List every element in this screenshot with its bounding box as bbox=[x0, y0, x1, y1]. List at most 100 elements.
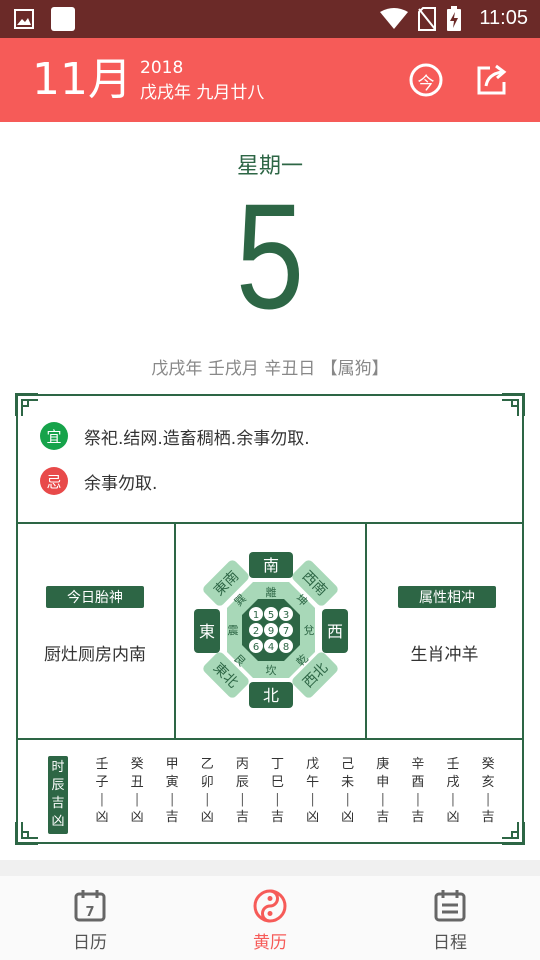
trigram-dui: 兌 bbox=[304, 624, 315, 637]
yin-yang-icon bbox=[253, 889, 287, 923]
hour-divider: | bbox=[450, 792, 456, 807]
hours-section: 时辰吉凶 壬子 | 凶 癸丑 | 凶 甲寅 | 吉 乙卯 | 凶 丙辰 | 吉 丁巳 | 吉 戊午 | 凶 己未 | 凶 庚申 |… bbox=[18, 742, 522, 842]
hour-branch-stem: 丁巳 bbox=[270, 757, 284, 790]
hour-column: 壬戌 | 凶 bbox=[443, 756, 463, 826]
almanac-panel: 宜 祭祀.结网.造畜稠栖.余事勿取. 忌 余事勿取. 今日胎神 厨灶厕房内南 属… bbox=[15, 393, 525, 845]
today-button[interactable]: 今 bbox=[408, 62, 444, 98]
hour-luck: 凶 bbox=[130, 809, 144, 825]
hour-divider: | bbox=[134, 792, 140, 807]
trigram-li: 離 bbox=[266, 585, 277, 599]
ji-text: 余事勿取. bbox=[84, 473, 158, 494]
ji-badge: 忌 bbox=[40, 467, 68, 495]
grid-number: 1 bbox=[253, 610, 259, 621]
hour-divider: | bbox=[485, 792, 491, 807]
grid-number: 3 bbox=[283, 610, 289, 621]
south-label: 南 bbox=[263, 556, 279, 575]
year-label: 2018 bbox=[140, 58, 184, 78]
divider bbox=[365, 524, 367, 740]
hour-divider: | bbox=[240, 792, 245, 807]
hour-divider: | bbox=[380, 792, 385, 807]
hour-divider: | bbox=[275, 792, 280, 807]
grid-number: 9 bbox=[268, 626, 274, 637]
ganzhi-line: 戊戌年 壬戌月 辛丑日 【属狗】 bbox=[151, 359, 389, 379]
nav-label: 日程 bbox=[433, 933, 467, 953]
middle-section: 今日胎神 厨灶厕房内南 属性相冲 生肖冲羊 東南 西南 東北 西北 南 北 東 … bbox=[18, 524, 522, 740]
hour-luck: 吉 bbox=[165, 809, 179, 825]
schedule-icon bbox=[434, 890, 466, 922]
grid-number: 4 bbox=[268, 642, 274, 653]
hour-branch-stem: 己未 bbox=[341, 757, 355, 790]
nav-label: 日历 bbox=[73, 933, 107, 953]
hour-column: 乙卯 | 凶 bbox=[197, 756, 217, 826]
hour-column: 辛酉 | 吉 bbox=[408, 756, 428, 826]
east-label: 東 bbox=[199, 622, 215, 641]
north-label: 北 bbox=[263, 686, 279, 705]
hour-branch-stem: 辛酉 bbox=[411, 757, 425, 790]
grid-number: 5 bbox=[268, 610, 274, 621]
calendar-icon: 7 bbox=[74, 890, 106, 922]
fetal-god-tag: 今日胎神 bbox=[46, 586, 144, 608]
number-grid: 1 5 3 2 9 7 6 4 8 bbox=[249, 607, 293, 653]
west-label: 西 bbox=[327, 622, 343, 641]
hour-luck: 吉 bbox=[270, 809, 284, 825]
nav-calendar[interactable]: 7 日历 bbox=[0, 876, 180, 960]
hour-luck: 吉 bbox=[235, 809, 249, 825]
hour-column: 丙辰 | 吉 bbox=[232, 756, 252, 826]
hour-branch-stem: 庚申 bbox=[376, 757, 390, 790]
image-icon bbox=[14, 9, 34, 29]
hour-divider: | bbox=[415, 792, 421, 807]
nav-almanac[interactable]: 黄历 bbox=[180, 876, 360, 960]
hour-luck: 凶 bbox=[95, 809, 109, 825]
share-button[interactable] bbox=[474, 62, 510, 98]
hour-luck: 吉 bbox=[411, 809, 425, 825]
hour-column: 壬子 | 凶 bbox=[92, 756, 112, 826]
hour-column: 甲寅 | 吉 bbox=[162, 756, 182, 826]
hour-branch-stem: 甲寅 bbox=[165, 757, 179, 790]
bottom-nav: 7 日历 黄历 日程 bbox=[0, 876, 540, 960]
nav-schedule[interactable]: 日程 bbox=[360, 876, 540, 960]
hour-divider: | bbox=[99, 792, 105, 807]
square-icon bbox=[51, 7, 75, 31]
hour-column: 癸亥 | 吉 bbox=[478, 756, 498, 826]
hour-branch-stem: 丙辰 bbox=[235, 757, 249, 790]
yi-text: 祭祀.结网.造畜稠栖.余事勿取. bbox=[84, 428, 310, 449]
month-title[interactable]: 11月 bbox=[32, 56, 132, 104]
lunar-date: 戊戌年 九月廿八 bbox=[140, 83, 265, 103]
hour-column: 丁巳 | 吉 bbox=[268, 756, 288, 826]
hour-luck: 凶 bbox=[341, 809, 355, 825]
wifi-icon bbox=[380, 8, 408, 29]
hour-branch-stem: 戊午 bbox=[306, 757, 320, 790]
hour-column: 己未 | 凶 bbox=[338, 756, 358, 826]
hour-branch-stem: 癸丑 bbox=[130, 757, 144, 790]
hour-divider: | bbox=[345, 792, 350, 807]
hour-branch-stem: 癸亥 bbox=[481, 757, 495, 790]
hours-label: 时辰吉凶 bbox=[48, 756, 68, 834]
hour-luck: 吉 bbox=[481, 809, 495, 825]
trigram-kan: 坎 bbox=[266, 664, 277, 677]
hour-luck: 凶 bbox=[446, 809, 460, 825]
bagua-compass: 東南 西南 東北 西北 南 北 東 西 離 坤 兌 乾 坎 艮 震 巽 1 5 … bbox=[194, 552, 348, 708]
hour-luck: 凶 bbox=[200, 809, 214, 825]
hour-divider: | bbox=[169, 792, 175, 807]
yi-row: 宜 祭祀.结网.造畜稠栖.余事勿取. bbox=[40, 422, 310, 450]
hour-branch-stem: 壬戌 bbox=[446, 757, 460, 790]
share-icon bbox=[477, 64, 507, 95]
hour-branch-stem: 乙卯 bbox=[200, 757, 214, 790]
day-number: 5 bbox=[235, 172, 305, 340]
divider bbox=[174, 524, 176, 740]
hour-column: 庚申 | 吉 bbox=[373, 756, 393, 826]
grid-number: 2 bbox=[253, 626, 259, 637]
hour-branch-stem: 壬子 bbox=[95, 757, 109, 790]
calendar-icon-day: 7 bbox=[85, 905, 94, 920]
battery-charging-icon bbox=[447, 6, 461, 31]
yi-badge: 宜 bbox=[40, 422, 68, 450]
ji-row: 忌 余事勿取. bbox=[40, 467, 157, 495]
nav-label: 黄历 bbox=[253, 933, 287, 953]
hour-luck: 凶 bbox=[306, 809, 320, 825]
app-header: 11月 2018 戊戌年 九月廿八 今 bbox=[0, 38, 540, 122]
clash-value: 生肖冲羊 bbox=[410, 645, 479, 665]
hour-luck: 吉 bbox=[376, 809, 390, 825]
grid-number: 8 bbox=[283, 642, 289, 653]
today-glyph: 今 bbox=[417, 74, 435, 94]
no-sim-icon bbox=[418, 7, 436, 31]
